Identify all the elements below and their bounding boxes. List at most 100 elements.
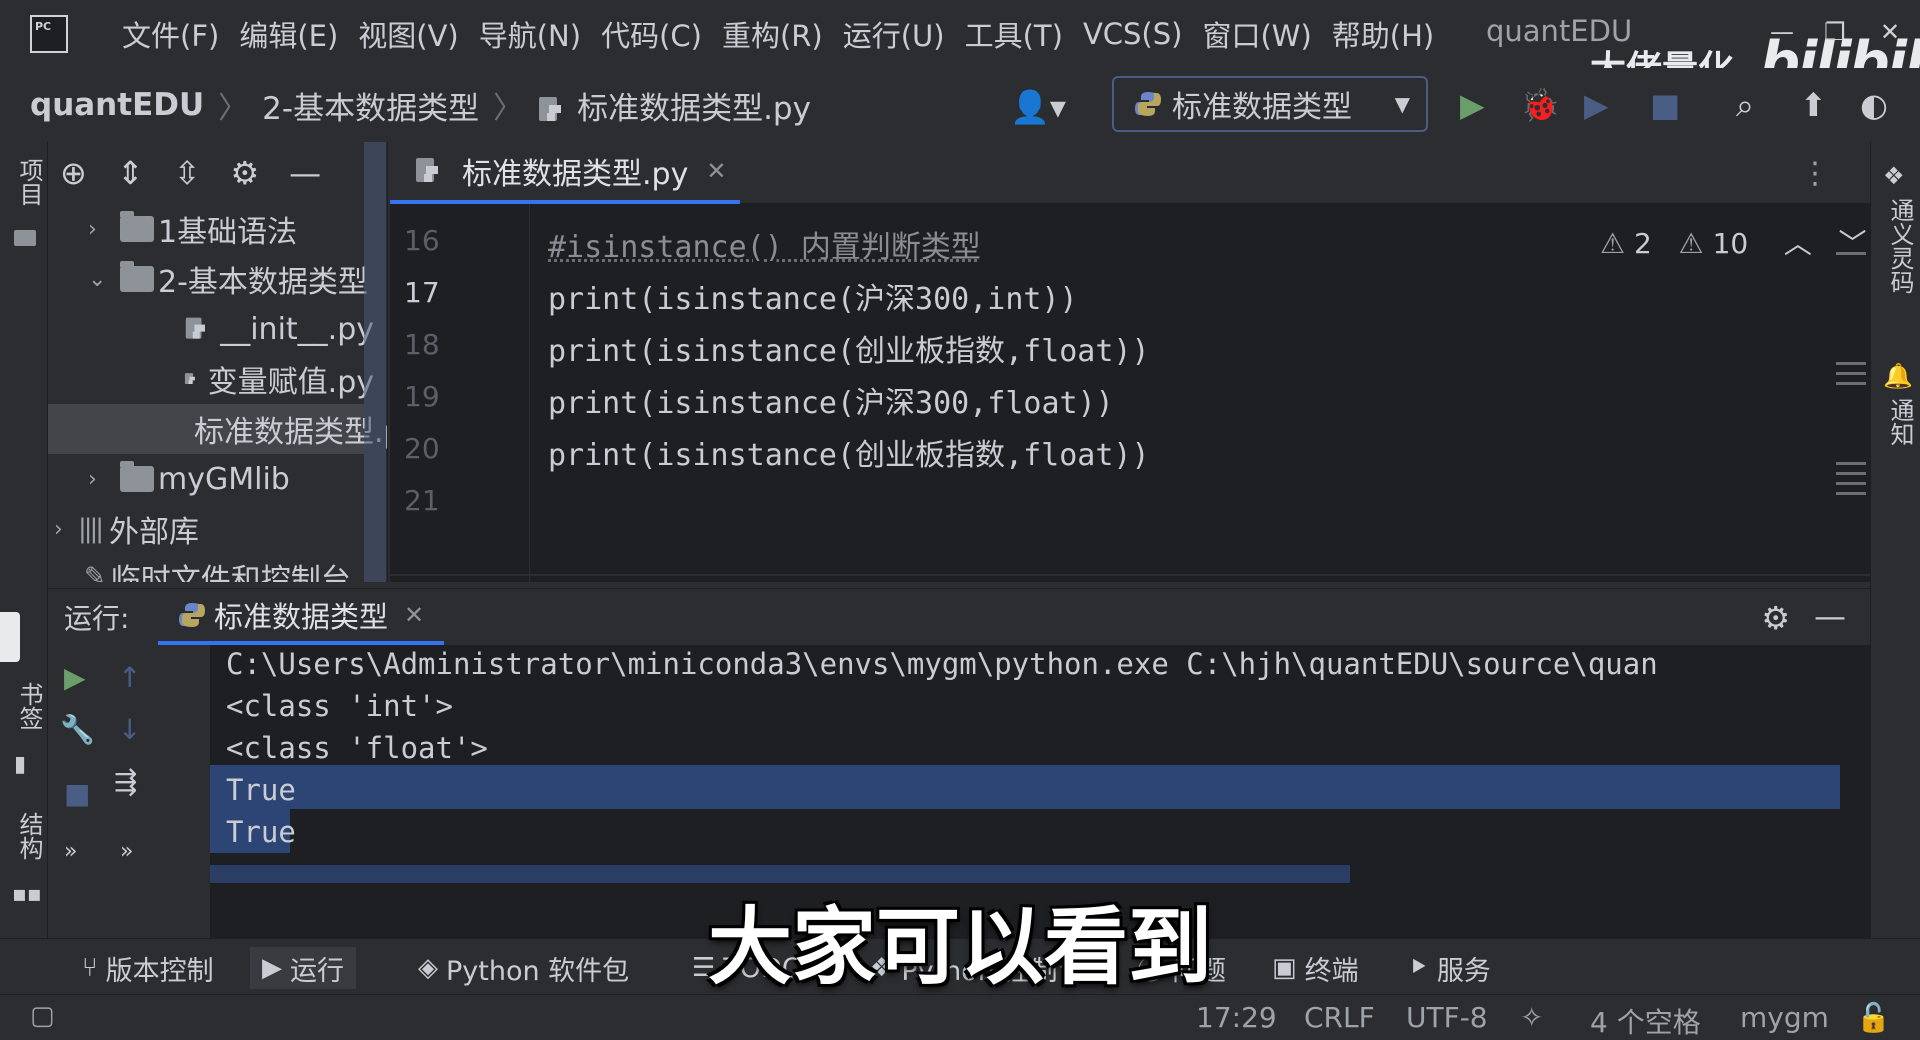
stripe-bookmarks[interactable]: 书签 (12, 682, 47, 730)
wrench-icon[interactable]: 🔧 (60, 713, 95, 746)
collapse-all-icon[interactable]: ⇳ (174, 154, 201, 192)
tree-item-file[interactable]: 变量赋值.py (184, 354, 374, 404)
tool-services[interactable]: ⯈ 服务 (1396, 947, 1503, 989)
more-options-icon[interactable]: ⋮ (1800, 156, 1830, 191)
update-arrow-icon[interactable]: ⬆ (1800, 86, 1827, 124)
toggle-tool-windows-icon[interactable]: ▢ (30, 1001, 55, 1031)
stop-button[interactable]: ■ (1650, 86, 1680, 124)
menu-file[interactable]: 文件(F) (122, 13, 219, 55)
run-tab-active[interactable]: 标准数据类型 ✕ (158, 589, 445, 645)
run-configuration-select[interactable]: 标准数据类型 ▼ (1112, 76, 1428, 132)
tree-item-scratch[interactable]: ✎ 临时文件和控制台 (84, 552, 384, 582)
ide-settings-icon[interactable]: ◐ (1860, 86, 1888, 124)
notification-bell-icon: 🔔 (1883, 362, 1913, 390)
tree-item-file[interactable]: __init__.py (184, 304, 374, 354)
user-account-icon[interactable]: 👤▾ (1010, 88, 1066, 126)
rerun-icon[interactable]: ▶ (64, 661, 86, 694)
code-line-comment[interactable]: #isinstance() 内置判断类型 (548, 222, 981, 266)
menu-run[interactable]: 运行(U) (843, 13, 945, 55)
menu-edit[interactable]: 编辑(E) (239, 13, 338, 55)
breadcrumb-file-label: 标准数据类型.py (577, 90, 811, 127)
hide-panel-icon[interactable]: — (1814, 597, 1846, 635)
indent-setting[interactable]: 4 个空格 (1590, 1001, 1701, 1040)
line-number: 17 (404, 276, 440, 309)
menu-tools[interactable]: 工具(T) (965, 13, 1063, 55)
file-encoding[interactable]: UTF-8 (1406, 1001, 1488, 1034)
hide-panel-icon[interactable]: — (289, 154, 321, 192)
menu-view[interactable]: 视图(V) (358, 13, 458, 55)
close-tab-icon[interactable]: ✕ (404, 601, 424, 629)
more-actions-icon[interactable]: » (64, 839, 77, 864)
stripe-structure[interactable]: 结构 (12, 812, 47, 860)
tool-label: Python 软件包 (446, 955, 630, 987)
close-window-icon[interactable]: ✕ (1880, 18, 1900, 46)
locate-file-icon[interactable]: ⊕ (60, 154, 87, 192)
expand-all-icon[interactable]: ⇕ (117, 154, 144, 192)
code-line[interactable]: print(isinstance(创业板指数,float)) (548, 430, 1150, 474)
editor-tab-bar: 标准数据类型.py ✕ ⋮ (390, 142, 1870, 204)
python-interpreter[interactable]: mygm (1740, 1001, 1829, 1034)
scratch-icon: ✎ (84, 562, 106, 582)
tree-item-library[interactable]: › |||| 外部库 (54, 504, 354, 554)
tree-item-file-selected[interactable]: 标准数据类型.py (48, 404, 387, 454)
debug-bug-icon[interactable]: 🐞 (1520, 86, 1560, 124)
coverage-icon[interactable]: ▶ (1584, 86, 1609, 124)
tree-item-folder[interactable]: ⌄ 2-基本数据类型 (88, 254, 368, 304)
tree-item-label: 外部库 (109, 515, 200, 550)
inspection-widget[interactable]: ⚠ 2 ⚠ 10 ︿ ﹀ (1600, 222, 1867, 262)
editor-tab-active[interactable]: 标准数据类型.py ✕ (390, 142, 740, 204)
scroll-marker (1836, 362, 1866, 365)
tree-item-label: myGMlib (158, 461, 290, 497)
editor-divider (390, 574, 1870, 576)
breadcrumb-file[interactable]: 标准数据类型.py (537, 83, 811, 128)
menu-navigate[interactable]: 导航(N) (479, 13, 581, 55)
stop-button[interactable]: ■ (64, 777, 90, 810)
scroll-up-arrow-icon[interactable]: ↑ (118, 661, 141, 694)
code-line[interactable]: print(isinstance(创业板指数,float)) (548, 326, 1150, 370)
breadcrumb-project[interactable]: quantEDU (30, 87, 204, 123)
run-console-output[interactable]: C:\Users\Administrator\miniconda3\envs\m… (210, 645, 1870, 938)
tree-item-folder[interactable]: › 1基础语法 (88, 204, 368, 254)
gear-icon[interactable]: ⚙ (1761, 599, 1790, 637)
lock-icon[interactable]: 🔓 (1856, 1001, 1891, 1034)
code-line[interactable]: print(isinstance(沪深300,float)) (548, 378, 1114, 422)
menu-refactor[interactable]: 重构(R) (722, 13, 823, 55)
pycharm-logo-icon[interactable]: PC (30, 15, 68, 53)
search-icon[interactable]: ⌕ (1736, 86, 1754, 125)
menu-vcs[interactable]: VCS(S) (1083, 17, 1183, 51)
editor-scrollbar[interactable] (1836, 212, 1866, 572)
caret-position[interactable]: 17:29 (1196, 1001, 1277, 1034)
tree-item-folder[interactable]: › myGMlib (88, 454, 368, 504)
close-tab-icon[interactable]: ✕ (706, 157, 726, 185)
tool-run[interactable]: ▶ 运行 (250, 947, 356, 989)
tool-terminal[interactable]: ▣ 终端 (1260, 947, 1371, 989)
soft-wrap-icon[interactable]: ⇶ (114, 765, 137, 798)
tool-todo[interactable]: ☰ TODO (680, 947, 815, 989)
tool-python-console[interactable]: ❖ Python 控制台 (858, 947, 1097, 989)
collapsed-handle-icon[interactable] (0, 612, 20, 662)
gear-icon[interactable]: ⚙ (230, 154, 259, 192)
tool-version-control[interactable]: ⑂ 版本控制 (70, 947, 226, 989)
console-line: True (226, 773, 296, 807)
menu-window[interactable]: 窗口(W) (1202, 13, 1311, 55)
more-actions-icon[interactable]: » (120, 839, 133, 864)
tool-problems[interactable]: ⓘ 问题 (1126, 947, 1238, 989)
stripe-notifications[interactable]: 通知 (1883, 398, 1918, 446)
console-line: True (226, 815, 296, 849)
previous-highlight-icon[interactable]: ︿ (1784, 227, 1812, 260)
line-separator[interactable]: CRLF (1304, 1001, 1375, 1034)
stripe-tongyi-lingma[interactable]: 通义灵码 (1883, 198, 1918, 294)
horizontal-scrollbar[interactable] (210, 865, 1350, 883)
code-line[interactable]: print(isinstance(沪深300,int)) (548, 274, 1078, 318)
breadcrumb-folder[interactable]: 2-基本数据类型 (262, 83, 479, 128)
run-button[interactable]: ▶ (1460, 86, 1485, 124)
minimize-window-icon[interactable]: — (1770, 18, 1794, 46)
stripe-project[interactable]: 项目 (12, 158, 47, 206)
scroll-down-arrow-icon[interactable]: ↓ (118, 713, 141, 746)
tool-python-packages[interactable]: ◈ Python 软件包 (406, 947, 641, 989)
maximize-window-icon[interactable]: ❐ (1824, 18, 1846, 46)
menu-help[interactable]: 帮助(H) (1332, 13, 1434, 55)
ai-assistant-icon[interactable]: ✧ (1520, 1001, 1543, 1034)
menu-code[interactable]: 代码(C) (601, 13, 702, 55)
project-scrollbar[interactable] (364, 142, 386, 582)
